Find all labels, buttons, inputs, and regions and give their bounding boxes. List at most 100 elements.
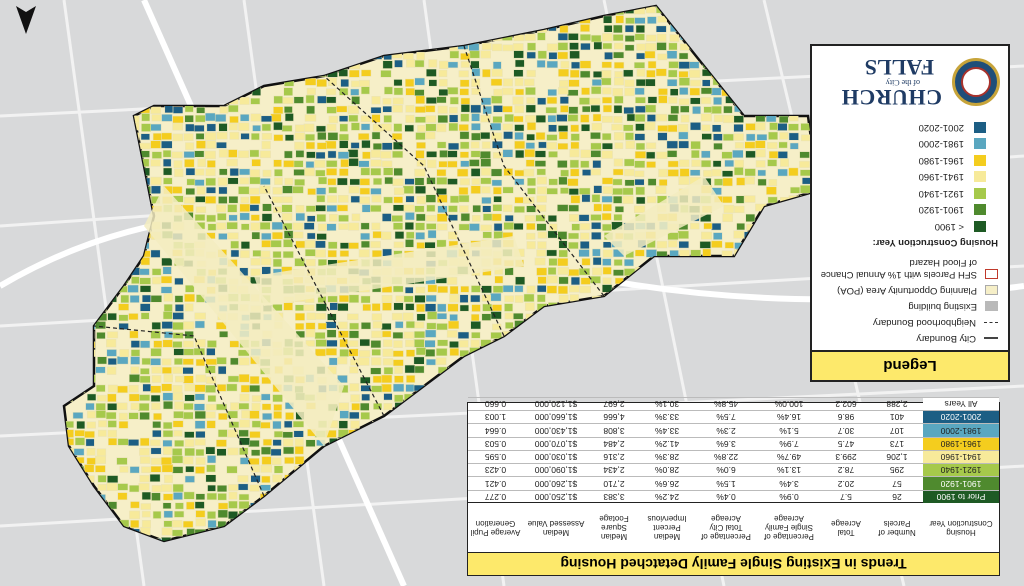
- parcel: [601, 195, 613, 203]
- parcel: [216, 448, 227, 457]
- parcel: [436, 213, 448, 222]
- parcel: [285, 412, 294, 420]
- parcel: [273, 411, 283, 419]
- parcel: [427, 311, 438, 320]
- parcel: [393, 196, 403, 204]
- parcel: [325, 140, 337, 149]
- parcel: [613, 158, 624, 167]
- parcel: [471, 331, 481, 339]
- parcel: [130, 356, 141, 365]
- parcel: [666, 124, 678, 133]
- parcel: [459, 131, 470, 140]
- parcel: [537, 231, 548, 239]
- parcel: [755, 149, 766, 158]
- parcel: [745, 213, 756, 222]
- parcel: [655, 113, 668, 122]
- parcel: [95, 402, 106, 411]
- parcel: [305, 94, 315, 104]
- legend: Legend City Boundary Neighborhood Bounda…: [810, 44, 1010, 382]
- parcel: [448, 114, 459, 123]
- parcel: [603, 15, 613, 24]
- parcel: [547, 114, 557, 123]
- parcel: [480, 50, 491, 59]
- parcel: [163, 331, 173, 339]
- parcel: [525, 159, 535, 167]
- parcel: [153, 340, 163, 348]
- parcel: [623, 106, 635, 115]
- parcel: [337, 356, 348, 365]
- parcel: [174, 168, 184, 178]
- parcel: [690, 97, 701, 105]
- parcel: [394, 375, 404, 383]
- parcel: [282, 196, 293, 203]
- parcel: [119, 349, 130, 358]
- parcel: [248, 204, 260, 212]
- parcel: [789, 142, 799, 150]
- parcel: [195, 510, 206, 518]
- parcel: [172, 122, 183, 131]
- parcel: [490, 311, 502, 320]
- parcel: [163, 400, 174, 410]
- table-cell: 602.2: [835, 398, 857, 409]
- parcel: [381, 142, 393, 151]
- parcel: [523, 196, 535, 204]
- parcel: [680, 105, 690, 113]
- parcel: [404, 286, 414, 294]
- table-cell: 16.4%: [776, 412, 802, 423]
- parcel: [634, 105, 646, 113]
- parcel: [86, 457, 96, 465]
- parcel: [392, 178, 404, 187]
- parcel: [317, 95, 327, 104]
- parcel: [183, 196, 195, 204]
- parcel: [195, 448, 205, 457]
- parcel: [571, 61, 581, 69]
- legend-year-item: 1901-1920: [919, 204, 986, 216]
- parcel: [489, 292, 502, 302]
- parcel: [87, 393, 97, 401]
- parcel: [382, 98, 392, 105]
- parcel: [413, 365, 425, 374]
- parcel: [350, 122, 360, 131]
- parcel: [138, 394, 151, 402]
- parcel: [767, 196, 778, 204]
- parcel: [425, 123, 437, 132]
- parcel: [722, 133, 734, 141]
- parcel: [580, 114, 590, 123]
- parcel: [723, 204, 735, 214]
- parcel: [152, 276, 161, 285]
- parcel: [283, 106, 293, 114]
- parcel: [526, 241, 536, 250]
- parcel: [228, 214, 238, 222]
- parcel: [228, 491, 238, 500]
- parcel: [195, 114, 206, 123]
- parcel: [205, 446, 216, 455]
- parcel: [97, 394, 107, 402]
- parcel: [172, 133, 184, 142]
- parcel: [382, 60, 393, 69]
- parcel: [425, 131, 436, 140]
- parcel: [304, 240, 316, 249]
- parcel: [590, 132, 601, 140]
- parcel: [161, 366, 172, 374]
- parcel: [768, 179, 778, 186]
- parcel: [546, 275, 558, 284]
- parcel: [131, 276, 140, 284]
- parcel: [393, 187, 405, 196]
- parcel: [480, 177, 492, 185]
- parcel: [436, 323, 448, 331]
- parcel: [602, 277, 612, 285]
- column-header: Percentage of Single Family Acreage: [764, 514, 814, 542]
- column-header: Median Assessed Value: [527, 519, 585, 537]
- parcel: [481, 285, 492, 294]
- parcel: [294, 132, 306, 141]
- parcel: [612, 34, 624, 42]
- parcel: [162, 392, 174, 401]
- table-cell: 26: [892, 492, 902, 502]
- parcel: [228, 123, 238, 131]
- parcel: [768, 131, 778, 140]
- parcel: [613, 95, 624, 104]
- parcel: [668, 61, 679, 69]
- parcel: [493, 223, 503, 232]
- parcel: [600, 76, 612, 86]
- parcel: [316, 214, 327, 222]
